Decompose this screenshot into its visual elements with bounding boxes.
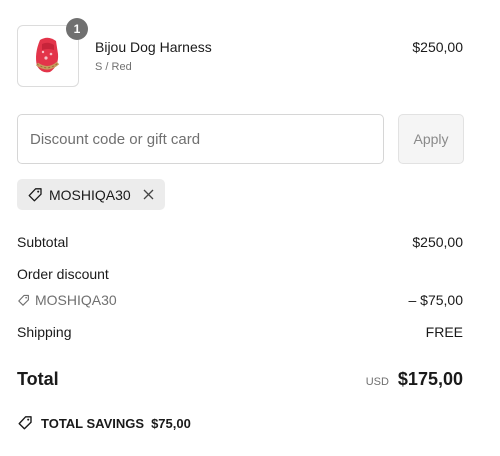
applied-code-label: MOSHIQA30	[49, 186, 131, 203]
product-price: $250,00	[412, 39, 463, 55]
order-discount-label: Order discount	[17, 266, 109, 282]
discount-value: – $75,00	[408, 292, 464, 308]
total-amount: USD $175,00	[366, 369, 463, 390]
discount-code-label: MOSHIQA30	[35, 292, 117, 308]
tag-icon	[27, 187, 43, 203]
product-name: Bijou Dog Harness	[95, 39, 212, 55]
apply-button[interactable]: Apply	[398, 114, 464, 164]
discount-code-line: MOSHIQA30	[17, 292, 117, 308]
shipping-label: Shipping	[17, 324, 72, 340]
total-savings: TOTAL SAVINGS $75,00	[17, 415, 191, 431]
remove-discount-icon[interactable]	[143, 189, 154, 200]
tag-icon	[18, 294, 29, 306]
currency-code: USD	[365, 376, 389, 388]
discount-code-input[interactable]	[17, 114, 384, 164]
subtotal-label: Subtotal	[17, 234, 69, 250]
savings-tag-icon	[18, 416, 32, 430]
shipping-value: FREE	[425, 324, 463, 340]
dog-harness-icon	[35, 37, 60, 73]
total-value: $175,00	[397, 369, 463, 389]
product-variant: S / Red	[95, 61, 132, 73]
quantity-badge: 1	[66, 18, 88, 40]
total-label: Total	[17, 369, 59, 389]
savings-value: $75,00	[151, 415, 191, 431]
subtotal-value: $250,00	[412, 234, 463, 250]
applied-discount-chip: MOSHIQA30	[17, 179, 165, 210]
savings-label: TOTAL SAVINGS	[41, 415, 145, 431]
